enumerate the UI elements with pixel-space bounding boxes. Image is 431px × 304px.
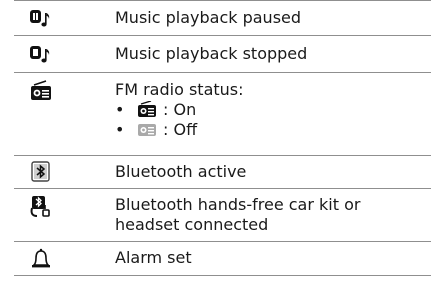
bullet-label: : Off: [163, 120, 198, 139]
row-label: Music playback paused: [115, 8, 302, 27]
row-label: Music playback stopped: [115, 44, 308, 63]
table-row: Alarm set: [14, 241, 431, 276]
row-text-block: FM radio status: • : On •: Off: [115, 80, 427, 140]
table-row: FM radio status: • : On •: Off: [14, 72, 431, 155]
table-row: Music playback stopped: [14, 35, 431, 72]
bluetooth-icon: [29, 161, 53, 183]
fm-radio-on-icon: [137, 101, 157, 117]
headset-icon: [29, 195, 53, 217]
status-icon-table: Music playback paused Music playback sto…: [14, 0, 431, 276]
bullet: •: [115, 120, 125, 139]
fm-radio-off-icon: [137, 121, 157, 137]
fm-radio-icon: [29, 80, 53, 102]
table-row: Bluetooth hands-free car kit or headset …: [14, 188, 431, 241]
row-label: Alarm set: [115, 248, 192, 267]
table-row: Music playback paused: [14, 0, 431, 35]
row-label: FM radio status:: [115, 80, 244, 99]
row-label: Bluetooth hands-free car kit or headset …: [115, 195, 361, 234]
bullet: •: [115, 100, 125, 119]
bullet-label: : On: [163, 100, 197, 119]
table-row: Bluetooth active: [14, 155, 431, 188]
list-item: • : On: [115, 100, 427, 120]
alarm-bell-icon: [29, 248, 53, 270]
list-item: • : Off: [115, 120, 427, 140]
music-stopped-icon: [29, 43, 53, 65]
row-label: Bluetooth active: [115, 162, 247, 181]
music-paused-icon: [29, 7, 53, 29]
